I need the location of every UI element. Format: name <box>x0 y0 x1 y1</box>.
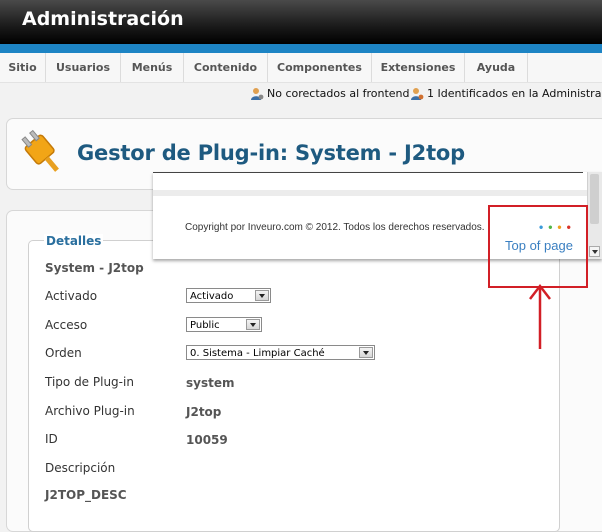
description-value: J2TOP_DESC <box>45 488 127 502</box>
scrollbar[interactable] <box>587 172 602 259</box>
chevron-down-icon[interactable] <box>589 246 600 257</box>
access-select-value: Public <box>190 320 220 331</box>
scrollbar-thumb[interactable] <box>590 174 599 224</box>
app-title: Administración <box>22 8 184 30</box>
plugin-type-value: system <box>186 376 235 390</box>
menu-item-menus[interactable]: Menús <box>121 53 184 82</box>
order-select[interactable]: 0. Sistema - Limpiar Caché <box>186 345 375 360</box>
plugin-name: System - J2top <box>45 261 144 275</box>
plugin-icon <box>21 129 59 172</box>
menu-item-componentes[interactable]: Componentes <box>268 53 372 82</box>
annotation-highlight-box <box>488 205 588 288</box>
label-order: Orden <box>45 346 82 360</box>
menu-item-ayuda[interactable]: Ayuda <box>465 53 528 82</box>
menu-item-usuarios[interactable]: Usuarios <box>46 53 121 82</box>
header-bar: Administración <box>0 0 602 44</box>
enabled-select[interactable]: Activado <box>186 288 271 303</box>
page-title: Gestor de Plug-in: System - J2top <box>77 141 465 165</box>
menu-item-extensiones[interactable]: Extensiones <box>372 53 465 82</box>
label-description: Descripción <box>45 461 116 475</box>
status-bar: No corectados al frontend 1 Identificado… <box>0 83 602 107</box>
access-select[interactable]: Public <box>186 317 262 332</box>
header-accent-bar <box>0 44 602 53</box>
details-legend: Detalles <box>44 234 104 248</box>
status-frontend-text: No corectados al frontend <box>267 87 410 100</box>
divider <box>153 172 583 173</box>
divider-band <box>153 190 602 196</box>
plugin-id-value: 10059 <box>186 433 228 447</box>
chevron-down-icon[interactable] <box>359 347 373 358</box>
status-admin: 1 Identificados en la Administración <box>410 87 602 101</box>
main-menu: Sitio Usuarios Menús Contenido Component… <box>0 53 602 83</box>
annotation-arrow-icon <box>529 283 551 349</box>
plugin-file-value: J2top <box>186 405 222 419</box>
label-access: Acceso <box>45 318 88 332</box>
order-select-value: 0. Sistema - Limpiar Caché <box>190 348 325 359</box>
menu-item-sitio[interactable]: Sitio <box>0 53 46 82</box>
user-icon <box>251 88 264 100</box>
copyright-text: Copyright por Inveuro.com © 2012. Todos … <box>185 222 485 233</box>
label-plugin-file: Archivo Plug-in <box>45 404 135 418</box>
chevron-down-icon[interactable] <box>246 319 260 330</box>
label-id: ID <box>45 432 58 446</box>
label-enabled: Activado <box>45 289 98 303</box>
status-admin-text: 1 Identificados en la Administración <box>427 87 602 100</box>
menu-item-contenido[interactable]: Contenido <box>184 53 268 82</box>
chevron-down-icon[interactable] <box>255 290 269 301</box>
label-plugin-type: Tipo de Plug-in <box>45 375 134 389</box>
status-frontend: No corectados al frontend <box>250 87 410 101</box>
enabled-select-value: Activado <box>190 291 234 302</box>
user-icon <box>411 88 424 100</box>
